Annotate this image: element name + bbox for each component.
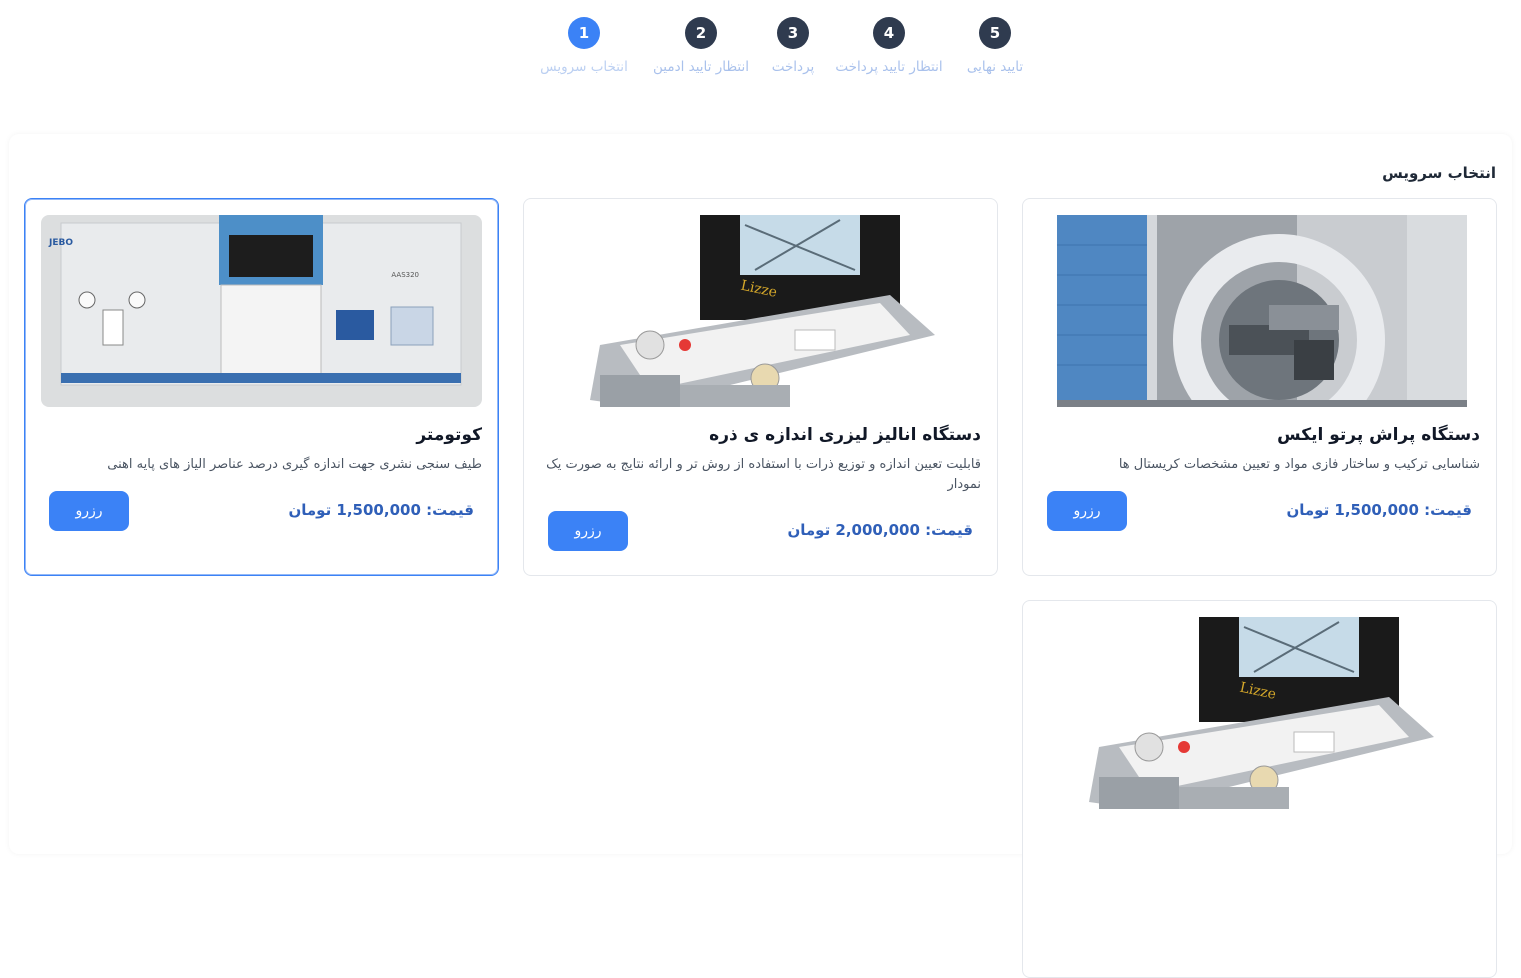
step-number: 5	[979, 17, 1011, 49]
model-label: AAS320	[391, 271, 419, 279]
service-selection-panel: انتخاب سرویس دستگاه پراش پرتو ایکس شناسا…	[9, 134, 1512, 978]
xrd-diffractometer-image	[1039, 215, 1480, 407]
card-description: طیف سنجی نشری جهت اندازه گیری درصد عناصر…	[107, 457, 482, 472]
reserve-button[interactable]: رزرو	[1047, 491, 1127, 531]
reserve-button[interactable]: رزرو	[49, 491, 129, 531]
progress-stepper: 1 انتخاب سرویس 2 انتظار تایید ادمین 3 پر…	[0, 17, 1521, 87]
step-number: 2	[685, 17, 717, 49]
spectrometer-image: JEBO AAS320	[41, 215, 482, 407]
card-title: دستگاه انالیز لیزری اندازه ی ذره	[709, 425, 981, 445]
service-card-laser-analyzer[interactable]: Lizze دستگاه انالیز لیزری اندازه ی ذره ق…	[523, 198, 998, 576]
card-price: قیمت: 1,500,000 تومان	[1286, 501, 1472, 519]
service-card-xrd[interactable]: دستگاه پراش پرتو ایکس شناسایی ترکیب و سا…	[1022, 198, 1497, 576]
step-5: 5 تایید نهایی	[925, 17, 1065, 75]
service-card-spectrometer[interactable]: JEBO AAS320 کوتومتر طیف سنجی نشری جهت ان…	[24, 198, 499, 576]
service-card-4[interactable]: Lizze	[1022, 600, 1497, 978]
svg-text:JEBO: JEBO	[48, 238, 73, 248]
laser-particle-analyzer-image: Lizze	[1039, 617, 1480, 809]
step-label: تایید نهایی	[966, 59, 1024, 75]
card-title: دستگاه پراش پرتو ایکس	[1277, 425, 1480, 445]
step-number: 3	[777, 17, 809, 49]
card-title: کوتومتر	[416, 425, 482, 445]
card-description: شناسایی ترکیب و ساختار فازی مواد و تعیین…	[1118, 457, 1480, 472]
card-price: قیمت: 2,000,000 تومان	[787, 521, 973, 539]
card-description: قابلیت تعیین اندازه و توزیع ذرات با استف…	[546, 457, 981, 492]
reserve-button[interactable]: رزرو	[548, 511, 628, 551]
step-number: 1	[568, 17, 600, 49]
section-title: انتخاب سرویس	[1382, 164, 1496, 182]
card-price: قیمت: 1,500,000 تومان	[288, 501, 474, 519]
step-number: 4	[873, 17, 905, 49]
laser-particle-analyzer-image: Lizze	[540, 215, 981, 407]
